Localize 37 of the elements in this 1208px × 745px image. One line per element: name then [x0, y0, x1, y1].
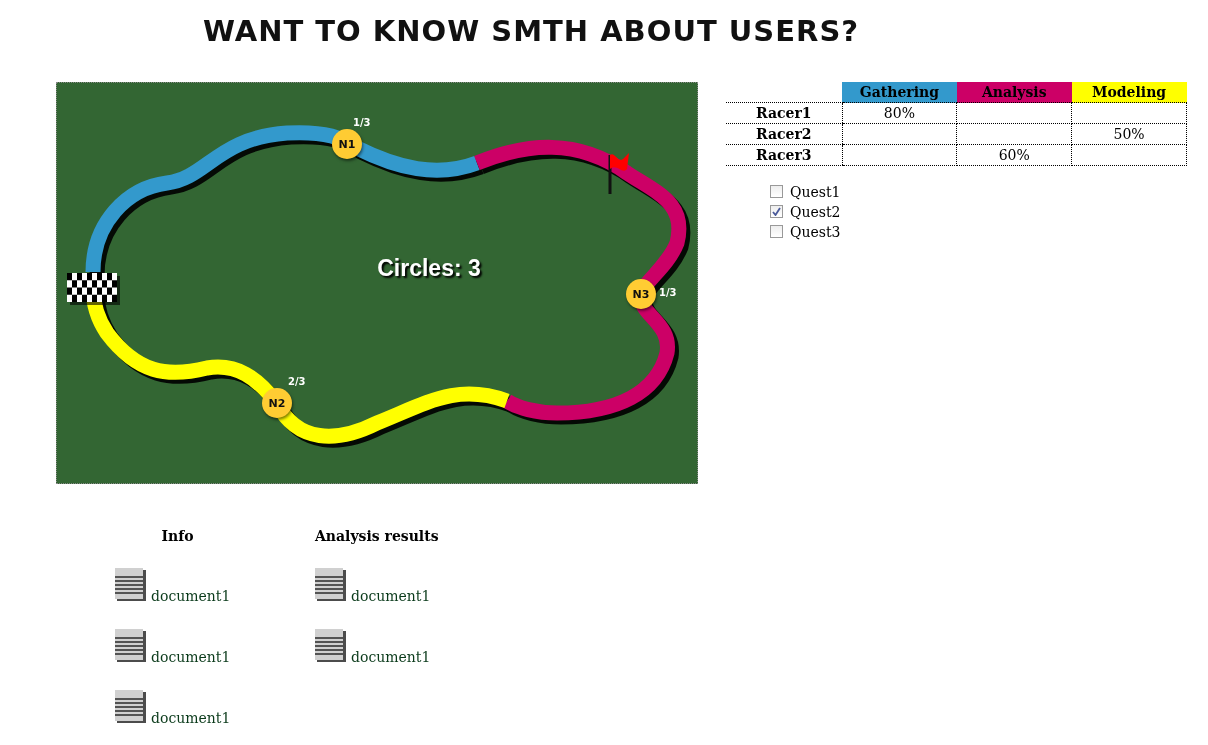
table-cell: 60% [956, 144, 1072, 166]
section-heading: Analysis results [315, 528, 440, 544]
quest-checkbox[interactable] [770, 185, 783, 198]
check-icon [772, 207, 781, 216]
stage-header: Gathering [842, 82, 957, 103]
node-marker[interactable]: N3 [626, 279, 656, 309]
document-icon [315, 629, 347, 663]
stage-header: Analysis [956, 82, 1072, 103]
document-icon [115, 690, 147, 724]
document-link[interactable]: document1 [351, 588, 431, 604]
checkered-flag-icon [67, 273, 121, 305]
lap-counter: 2/3 [288, 376, 306, 387]
racer-name: Racer1 [726, 102, 842, 124]
lap-counter: 1/3 [659, 287, 677, 298]
quest-label: Quest2 [790, 203, 841, 220]
stage-header: Modeling [1071, 82, 1187, 103]
document-link[interactable]: document1 [151, 588, 231, 604]
document-icon [115, 629, 147, 663]
document-link[interactable]: document1 [151, 649, 231, 665]
lap-counter: 1/3 [353, 117, 371, 128]
node-marker[interactable]: N1 [332, 129, 362, 159]
quest-label: Quest3 [790, 223, 841, 240]
quest-checkbox[interactable] [770, 225, 783, 238]
page-title: WANT TO KNOW SMTH ABOUT USERS? [203, 14, 860, 50]
document-link[interactable]: document1 [151, 710, 231, 726]
document-icon [315, 568, 347, 602]
circles-count: Circles: 3 [377, 255, 481, 282]
node-marker[interactable]: N2 [262, 388, 292, 418]
table-cell: 80% [842, 102, 957, 124]
quest-label: Quest1 [790, 183, 841, 200]
document-link[interactable]: document1 [351, 649, 431, 665]
racer-name: Racer2 [726, 123, 842, 145]
section-heading: Info [160, 528, 195, 544]
table-cell: 50% [1071, 123, 1187, 145]
quest-checkbox[interactable] [770, 205, 783, 218]
document-icon [115, 568, 147, 602]
racer-name: Racer3 [726, 144, 842, 166]
